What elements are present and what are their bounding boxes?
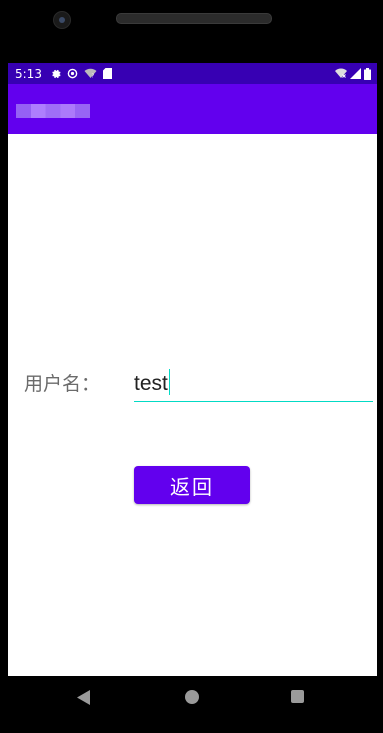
username-label: 用户名： (24, 373, 101, 395)
recents-square-icon[interactable] (291, 690, 304, 703)
status-bar: 5:13 ? (8, 63, 377, 84)
home-circle-icon[interactable] (185, 690, 199, 704)
back-triangle-icon[interactable] (77, 690, 91, 709)
gear-icon (50, 68, 61, 79)
svg-text:?: ? (91, 74, 94, 80)
app-bar (8, 84, 377, 134)
status-left-icons: ? (50, 68, 112, 79)
username-value-text: test (134, 372, 168, 395)
system-nav-bar (0, 676, 383, 718)
phone-screen: 5:13 ? 用户名： test 返回 (8, 63, 377, 676)
app-title (16, 104, 90, 118)
username-input-value[interactable]: test (134, 369, 171, 396)
username-field[interactable]: test (134, 365, 373, 402)
back-button[interactable]: 返回 (134, 466, 250, 504)
text-caret (168, 369, 171, 395)
wifi-question-icon: ? (84, 68, 97, 79)
no-disturb-icon (67, 68, 78, 79)
earpiece-speaker (116, 13, 272, 24)
status-right-icons (335, 67, 371, 80)
back-button-label: 返回 (170, 474, 214, 499)
wifi-x-icon (335, 68, 347, 79)
front-camera (53, 11, 71, 29)
sd-card-icon (102, 68, 112, 79)
battery-icon (364, 67, 371, 80)
signal-icon (350, 68, 361, 79)
status-time: 5:13 (15, 66, 42, 81)
